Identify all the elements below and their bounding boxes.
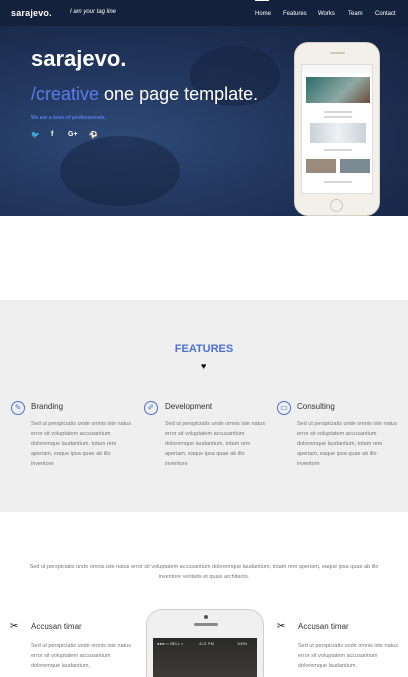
hero-team-text: We are a team of professionals.	[31, 115, 106, 121]
screen-text-line	[324, 116, 352, 118]
facebook-icon[interactable]: f	[51, 131, 53, 138]
nav-item-team[interactable]: Team	[348, 11, 363, 17]
twitter-icon[interactable]: 🐦	[31, 131, 40, 139]
feature-title-branding: Branding	[31, 402, 64, 411]
nav-item-works[interactable]: Works	[318, 11, 335, 17]
feature-title-consulting: Consulting	[297, 402, 335, 411]
dribbble-icon[interactable]: ⚽	[89, 131, 98, 139]
brand-tagline: I am your tag line	[70, 9, 117, 15]
nav-item-contact[interactable]: Contact	[375, 11, 396, 17]
hero-subtitle: /creative one page template.	[31, 84, 258, 105]
brand-logo[interactable]: sarajevo.	[11, 8, 52, 18]
screen-text-line	[324, 111, 352, 113]
phone-mockup	[294, 42, 380, 216]
tools-icon: ✂	[10, 621, 19, 632]
hero-title: sarajevo.	[31, 46, 127, 71]
screen-text-line	[324, 149, 352, 151]
service-desc-right: Sed ut perspiciatis unde omnis iste natu…	[298, 643, 398, 669]
status-carrier: ●●●○○ BELL ≈	[157, 641, 184, 646]
phone-speaker	[330, 52, 345, 54]
nav-item-features[interactable]: Features	[283, 11, 307, 17]
hero-subtitle-rest: one page template.	[99, 84, 259, 104]
top-navbar: sarajevo. I am your tag line Home Featur…	[0, 0, 408, 26]
service-title-left: Accusan timar	[31, 622, 82, 631]
features-section: FEATURES ♥ ✎ Branding Sed ut perspiciati…	[0, 300, 408, 512]
services-intro-text: Sed ut perspiciatis unde omnis iste natu…	[29, 564, 379, 580]
feature-desc-branding: Sed ut perspiciatis unde omnis iste natu…	[31, 421, 131, 467]
screen-devices-image	[310, 123, 366, 143]
phone-mockup-bottom: ●●●○○ BELL ≈ 4:21 PM 100%	[146, 609, 264, 677]
screen-thumbnail	[306, 159, 336, 173]
features-title: FEATURES	[174, 343, 234, 355]
nav-item-home[interactable]: Home	[255, 11, 271, 17]
pencil-icon: ✎	[11, 401, 25, 415]
google-plus-icon[interactable]: G+	[68, 131, 78, 138]
phone-camera	[204, 615, 208, 619]
feature-title-development: Development	[165, 402, 213, 411]
service-desc-left: Sed ut perspiciatis unde omnis iste natu…	[31, 643, 131, 669]
hero-section: sarajevo. /creative one page template. W…	[0, 26, 408, 216]
hero-subtitle-accent: /creative	[31, 84, 100, 104]
screen-text-line	[324, 181, 352, 183]
phone-speaker	[194, 623, 218, 626]
status-battery: 100%	[237, 641, 248, 646]
screen-header	[302, 65, 372, 73]
screen-thumbnail	[340, 159, 370, 173]
feature-desc-consulting: Sed ut perspiciatis unde omnis iste natu…	[297, 421, 397, 467]
hero-background-shape	[60, 136, 180, 206]
screen-hero-image	[306, 77, 370, 103]
ticket-icon: ▭	[277, 401, 291, 415]
service-title-right: Accusan timar	[298, 622, 349, 631]
heart-icon: ♥	[201, 361, 207, 371]
phone-home-button	[330, 199, 343, 212]
nav-active-indicator	[255, 0, 269, 1]
phone-screen	[301, 64, 373, 194]
tools-icon: ✂	[277, 621, 286, 632]
status-time: 4:21 PM	[199, 641, 214, 646]
feature-desc-development: Sed ut perspiciatis unde omnis iste natu…	[165, 421, 265, 467]
pen-icon: ✐	[144, 401, 158, 415]
phone-screen: ●●●○○ BELL ≈ 4:21 PM 100%	[153, 638, 257, 677]
